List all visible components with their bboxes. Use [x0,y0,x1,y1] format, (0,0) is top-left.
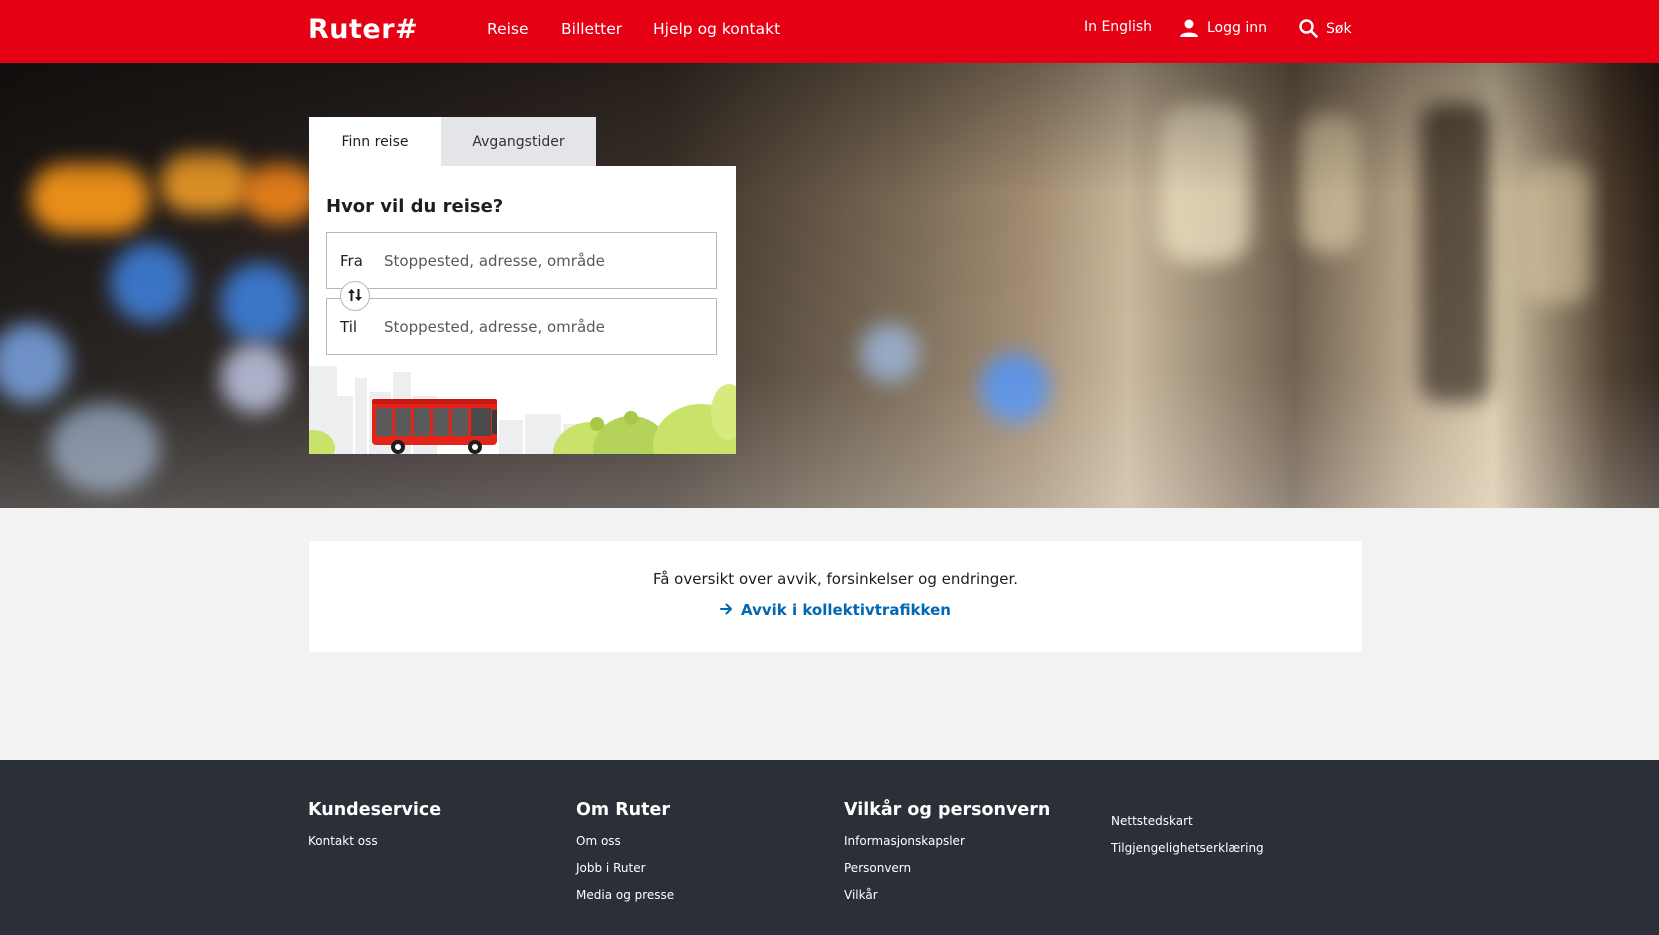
to-label: Til [340,317,358,336]
footer-column-misc: Nettstedskart Tilgjengelighetserklæring [1111,814,1264,868]
site-footer: Kundeservice Kontakt oss Om Ruter Om oss… [0,760,1659,935]
language-link[interactable]: In English [1084,19,1152,35]
travel-tabs: Finn reise Avgangstider [309,117,596,166]
bus-illustration [309,366,736,454]
from-field[interactable]: Fra [326,232,717,289]
swap-direction-button[interactable] [340,281,370,311]
nav-hjelp-og-kontakt[interactable]: Hjelp og kontakt [653,20,780,38]
from-label: Fra [340,251,363,270]
search-button[interactable]: Søk [1299,19,1352,38]
footer-column-kundeservice: Kundeservice Kontakt oss [308,800,441,861]
user-icon [1179,19,1199,37]
language-label: In English [1084,19,1153,35]
footer-link[interactable]: Nettstedskart [1111,814,1264,828]
footer-link[interactable]: Informasjonskapsler [844,834,1050,848]
search-icon [1299,19,1318,38]
footer-link[interactable]: Om oss [576,834,674,848]
nav-reise[interactable]: Reise [487,20,529,38]
travel-search-card: Hvor vil du reise? Fra Til [309,166,736,454]
footer-link[interactable]: Media og presse [576,888,674,902]
footer-heading: Kundeservice [308,800,442,820]
hero-background [0,63,1659,508]
disruption-link[interactable]: Avvik i kollektivtrafikken [309,601,1362,619]
footer-link[interactable]: Vilkår [844,888,1050,902]
footer-heading: Om Ruter [576,800,671,820]
footer-link[interactable]: Kontakt oss [308,834,441,848]
disruption-link-label: Avvik i kollektivtrafikken [741,601,951,619]
nav-billetter[interactable]: Billetter [561,20,622,38]
to-field[interactable]: Til [326,298,717,355]
login-label: Logg inn [1207,20,1267,36]
footer-column-om-ruter: Om Ruter Om oss Jobb i Ruter Media og pr… [576,800,674,915]
notice-text: Få oversikt over avvik, forsinkelser og … [652,570,1019,588]
tab-finn-reise[interactable]: Finn reise [309,117,441,166]
search-label: Søk [1326,20,1352,37]
disruption-notice: Få oversikt over avvik, forsinkelser og … [309,541,1362,652]
top-navigation-bar: Ruter# Reise Billetter Hjelp og kontakt … [0,0,1659,63]
footer-link[interactable]: Tilgjengelighetserklæring [1111,841,1264,855]
to-input[interactable] [384,317,704,336]
footer-link[interactable]: Personvern [844,861,1050,875]
ruter-logo[interactable]: Ruter# [308,14,418,45]
from-input[interactable] [384,251,704,270]
arrow-right-icon [720,601,733,619]
footer-heading: Vilkår og personvern [844,800,1051,820]
hero-shade [0,63,1659,508]
footer-link[interactable]: Jobb i Ruter [576,861,674,875]
footer-column-vilkar: Vilkår og personvern Informasjonskapsler… [844,800,1050,915]
login-button[interactable]: Logg inn [1179,19,1267,37]
tab-avgangstider[interactable]: Avgangstider [441,117,596,166]
search-card-title: Hvor vil du reise? [326,196,504,217]
swap-arrows-icon [347,287,363,306]
